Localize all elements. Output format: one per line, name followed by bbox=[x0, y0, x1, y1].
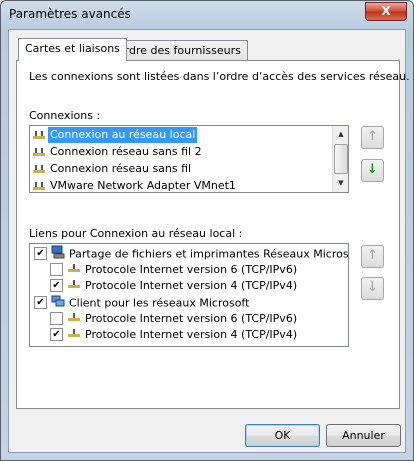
list-item[interactable]: Connexion réseau sans fil bbox=[32, 161, 193, 178]
close-button[interactable]: X bbox=[365, 2, 407, 21]
down-arrow-icon: ↓ bbox=[367, 280, 378, 295]
protocol-icon bbox=[67, 311, 81, 327]
tab-label: Cartes et liaisons bbox=[25, 42, 120, 55]
checkbox[interactable]: ✔ bbox=[50, 327, 63, 341]
tree-item[interactable]: ✔ Protocole Internet version 4 (TCP/IPv4) bbox=[50, 278, 297, 294]
tree-item-label: Protocole Internet version 4 (TCP/IPv4) bbox=[85, 279, 298, 292]
network-adapter-icon bbox=[32, 163, 46, 175]
list-item[interactable]: VMware Network Adapter VMnet1 bbox=[32, 178, 238, 192]
network-adapter-icon bbox=[32, 146, 46, 158]
checkbox[interactable] bbox=[50, 262, 63, 276]
scroll-down-icon[interactable]: ▼ bbox=[333, 175, 348, 192]
checkbox[interactable]: ✔ bbox=[34, 296, 47, 309]
dialog-window: Paramètres avancés X Cartes et liaisons … bbox=[0, 0, 414, 461]
scroll-thumb[interactable] bbox=[334, 144, 348, 174]
protocol-icon bbox=[67, 327, 81, 343]
tab-cartes-et-liaisons[interactable]: Cartes et liaisons bbox=[18, 38, 127, 61]
list-item[interactable]: Connexion au réseau local bbox=[32, 127, 198, 144]
protocol-icon bbox=[67, 278, 81, 294]
tree-item-label: Protocole Internet version 6 (TCP/IPv6) bbox=[85, 312, 298, 325]
tree-item-label: Partage de fichiers et imprimantes Résea… bbox=[69, 247, 349, 261]
binding-move-up-button[interactable]: ↑ bbox=[361, 245, 384, 268]
move-up-button[interactable]: ↑ bbox=[361, 126, 384, 149]
list-item-label: VMware Network Adapter VMnet1 bbox=[50, 179, 236, 192]
connections-label: Connexions : bbox=[29, 109, 101, 122]
window-title: Paramètres avancés bbox=[9, 7, 131, 21]
list-item-label: Connexion réseau sans fil 2 bbox=[50, 145, 202, 158]
bindings-label: Liens pour Connexion au réseau local : bbox=[29, 227, 243, 240]
tab-label: Ordre des fournisseurs bbox=[116, 44, 241, 57]
tree-item[interactable]: Protocole Internet version 6 (TCP/IPv6) bbox=[50, 311, 297, 327]
cancel-label: Annuler bbox=[342, 429, 385, 442]
checkbox[interactable]: ✔ bbox=[34, 247, 47, 260]
scroll-up-icon[interactable]: ▲ bbox=[333, 126, 348, 143]
up-arrow-icon: ↑ bbox=[367, 248, 378, 263]
tree-item[interactable]: ✔ Client pour les réseaux Microsoft bbox=[34, 294, 249, 310]
tree-item[interactable]: Protocole Internet version 6 (TCP/IPv6) bbox=[50, 262, 297, 278]
list-item-label: Connexion réseau sans fil bbox=[50, 162, 192, 175]
checkbox[interactable] bbox=[50, 311, 63, 325]
protocol-icon bbox=[67, 262, 81, 278]
list-item[interactable]: Connexion réseau sans fil 2 bbox=[32, 144, 204, 161]
connections-scrollbar[interactable]: ▲ ▼ bbox=[332, 126, 348, 192]
bindings-tree[interactable]: ✔ Partage de fichiers et imprimantes Rése… bbox=[29, 243, 349, 347]
cancel-button[interactable]: Annuler bbox=[326, 424, 401, 447]
description-text: Les connexions sont listées dans l’ordre… bbox=[29, 70, 410, 83]
connections-list[interactable]: Connexion au réseau local Connexion rése… bbox=[29, 125, 349, 193]
tree-item-label: Protocole Internet version 6 (TCP/IPv6) bbox=[85, 263, 298, 276]
binding-move-down-button[interactable]: ↓ bbox=[361, 277, 384, 300]
tree-item-label: Client pour les réseaux Microsoft bbox=[69, 296, 250, 310]
tab-ordre-des-fournisseurs[interactable]: Ordre des fournisseurs bbox=[109, 40, 248, 61]
down-arrow-icon: ↓ bbox=[367, 162, 378, 177]
tree-item-label: Protocole Internet version 4 (TCP/IPv4) bbox=[85, 328, 298, 341]
checkbox[interactable]: ✔ bbox=[50, 278, 63, 292]
move-down-button[interactable]: ↓ bbox=[361, 159, 384, 182]
tree-item[interactable]: ✔ Partage de fichiers et imprimantes Rése… bbox=[34, 245, 349, 261]
up-arrow-icon: ↑ bbox=[367, 129, 378, 144]
tree-item[interactable]: ✔ Protocole Internet version 4 (TCP/IPv4) bbox=[50, 327, 297, 343]
network-adapter-icon bbox=[32, 129, 46, 141]
network-adapter-icon bbox=[32, 180, 46, 192]
ok-button[interactable]: OK bbox=[245, 424, 320, 447]
list-item-label: Connexion au réseau local bbox=[48, 127, 198, 143]
close-icon: X bbox=[381, 4, 391, 18]
ok-label: OK bbox=[274, 429, 291, 442]
